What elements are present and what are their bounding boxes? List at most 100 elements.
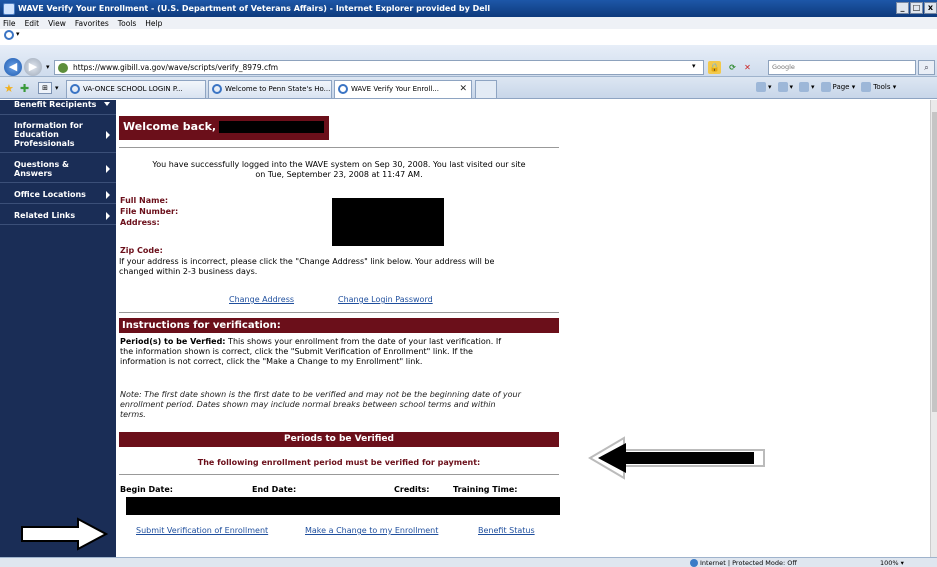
- window-controls: _ □ x: [896, 2, 937, 14]
- status-bar: Internet | Protected Mode: Off 100% ▾: [0, 557, 937, 567]
- ie-app-icon: [3, 2, 15, 15]
- refresh-icon[interactable]: ⟳: [726, 61, 739, 74]
- menu-help[interactable]: Help: [145, 19, 162, 28]
- periods-title: Periods to be Verified: [284, 434, 394, 444]
- login-message-line: You have successfully logged into the WA…: [152, 160, 526, 169]
- menu-tools[interactable]: Tools: [118, 19, 136, 28]
- column-credits: Credits:: [394, 485, 430, 494]
- sidebar-item-related-links[interactable]: Related Links: [0, 207, 116, 225]
- ie-tab-icon: [70, 84, 80, 94]
- period-text: This shows your enrollment from the date…: [225, 337, 502, 346]
- column-end-date: End Date:: [252, 485, 297, 494]
- chevron-right-icon: [106, 211, 110, 220]
- sidebar-item-questions-answers[interactable]: Questions & Answers: [0, 156, 116, 183]
- add-favorites-icon[interactable]: ✚: [20, 82, 29, 95]
- site-favicon-icon: [58, 63, 68, 73]
- home-button[interactable]: ▾: [756, 82, 772, 92]
- redacted-personal-info: [332, 198, 444, 246]
- tab-penn-state[interactable]: Welcome to Penn State's Ho...: [208, 80, 332, 98]
- change-address-link[interactable]: Change Address: [229, 295, 294, 305]
- menu-edit[interactable]: Edit: [25, 19, 40, 28]
- command-bar: ▾ ▾ ▾ Page ▾ Tools ▾: [756, 82, 896, 92]
- divider: [119, 312, 559, 313]
- search-icon[interactable]: ⌕: [918, 60, 935, 75]
- sidebar-item-benefit-recipients[interactable]: Benefit Recipients: [0, 100, 116, 115]
- tab-list-dropdown-icon[interactable]: ▾: [55, 84, 59, 92]
- sidebar-item-label: Benefit Recipients: [14, 100, 97, 109]
- sidebar-item-label: Related Links: [14, 211, 76, 220]
- menu-file[interactable]: File: [3, 19, 16, 28]
- tab-label: Welcome to Penn State's Ho...: [225, 85, 331, 93]
- tab-label: VA-ONCE SCHOOL LOGIN P...: [83, 85, 183, 93]
- scrollbar-thumb[interactable]: [932, 112, 937, 412]
- menu-view[interactable]: View: [48, 19, 66, 28]
- ie-menu-icon[interactable]: ▾: [4, 30, 22, 44]
- vertical-scrollbar[interactable]: [930, 100, 937, 557]
- redacted-name: [219, 121, 324, 133]
- tab-close-icon[interactable]: ✕: [459, 81, 467, 97]
- window-title-bar: WAVE Verify Your Enrollment - (U.S. Depa…: [0, 0, 937, 17]
- history-dropdown-icon[interactable]: ▾: [46, 63, 50, 71]
- quick-tabs-icon[interactable]: ⊞: [38, 82, 52, 94]
- zoom-label: 100%: [880, 559, 899, 567]
- forward-arrow-icon[interactable]: ▶: [24, 58, 42, 76]
- period-text: information is not correct, click the "M…: [120, 357, 423, 366]
- new-tab-button[interactable]: [475, 80, 497, 98]
- sidebar: Benefit Recipients Information for Educa…: [0, 100, 116, 557]
- note-line: terms.: [120, 410, 146, 419]
- address-instructions-line: changed within 2-3 business days.: [119, 267, 258, 276]
- welcome-text: Welcome back,: [123, 120, 217, 133]
- instructions-title: Instructions for verification:: [122, 320, 281, 331]
- feeds-button[interactable]: ▾: [777, 82, 793, 92]
- note-line: Note: The first date shown is the first …: [120, 390, 521, 399]
- period-text: the information shown is correct, click …: [120, 347, 473, 356]
- minimize-button[interactable]: _: [896, 2, 909, 14]
- sidebar-item-education-professionals[interactable]: Information for Education Professionals: [0, 118, 116, 153]
- benefit-status-link[interactable]: Benefit Status: [478, 526, 535, 536]
- tab-label: WAVE Verify Your Enroll...: [351, 85, 439, 93]
- address-input[interactable]: https://www.gibill.va.gov/wave/scripts/v…: [54, 60, 704, 75]
- zip-code-label: Zip Code:: [120, 246, 163, 255]
- redacted-enrollment-row: [126, 497, 560, 515]
- ie-tab-icon: [338, 84, 348, 94]
- divider: [119, 474, 559, 475]
- submit-verification-link[interactable]: Submit Verification of Enrollment: [136, 526, 268, 536]
- tools-icon: [861, 82, 872, 92]
- menu-favorites[interactable]: Favorites: [75, 19, 109, 28]
- instructions-banner: Instructions for verification:: [119, 318, 559, 333]
- make-change-link[interactable]: Make a Change to my Enrollment: [305, 526, 438, 536]
- chevron-right-icon: [106, 165, 110, 173]
- tab-wave-verify[interactable]: WAVE Verify Your Enroll... ✕: [334, 80, 472, 98]
- login-message-line: on Tue, September 23, 2008 at 11:47 AM.: [255, 170, 423, 179]
- globe-icon: [690, 559, 698, 567]
- tools-menu[interactable]: Tools ▾: [861, 82, 896, 92]
- tab-va-once[interactable]: VA-ONCE SCHOOL LOGIN P...: [66, 80, 206, 98]
- column-begin-date: Begin Date:: [120, 485, 173, 494]
- lock-icon[interactable]: 🔒: [708, 61, 721, 74]
- security-zone[interactable]: Internet | Protected Mode: Off: [690, 558, 797, 567]
- stop-icon[interactable]: ✕: [741, 61, 754, 74]
- column-training-time: Training Time:: [453, 485, 518, 494]
- address-dropdown-icon[interactable]: ▾: [692, 62, 696, 70]
- menu-bar: File Edit View Favorites Tools Help: [0, 17, 937, 29]
- annotation-arrow-right-icon: [21, 517, 108, 551]
- note-line: enrollment period. Dates shown may inclu…: [120, 400, 496, 409]
- back-arrow-icon[interactable]: ◀: [4, 58, 22, 76]
- sidebar-item-office-locations[interactable]: Office Locations: [0, 186, 116, 204]
- search-input[interactable]: Google: [768, 60, 916, 75]
- zoom-level[interactable]: 100% ▾: [880, 558, 904, 567]
- annotation-arrow-left-icon: [588, 436, 765, 480]
- maximize-button[interactable]: □: [910, 2, 923, 14]
- favorites-star-icon[interactable]: ★: [4, 82, 14, 95]
- period-instructions: Period(s) to be Verfied: This shows your…: [120, 337, 565, 367]
- chevron-down-icon: [104, 102, 110, 106]
- close-button[interactable]: x: [924, 2, 937, 14]
- change-password-link[interactable]: Change Login Password: [338, 295, 433, 305]
- page-menu[interactable]: Page ▾: [820, 82, 855, 92]
- address-url: https://www.gibill.va.gov/wave/scripts/v…: [73, 63, 279, 72]
- address-instructions-line: If your address is incorrect, please cli…: [119, 257, 495, 266]
- print-button[interactable]: ▾: [799, 82, 815, 92]
- ie-tab-icon: [212, 84, 222, 94]
- feeds-icon: [777, 82, 788, 92]
- note-text: Note: The first date shown is the first …: [120, 390, 570, 420]
